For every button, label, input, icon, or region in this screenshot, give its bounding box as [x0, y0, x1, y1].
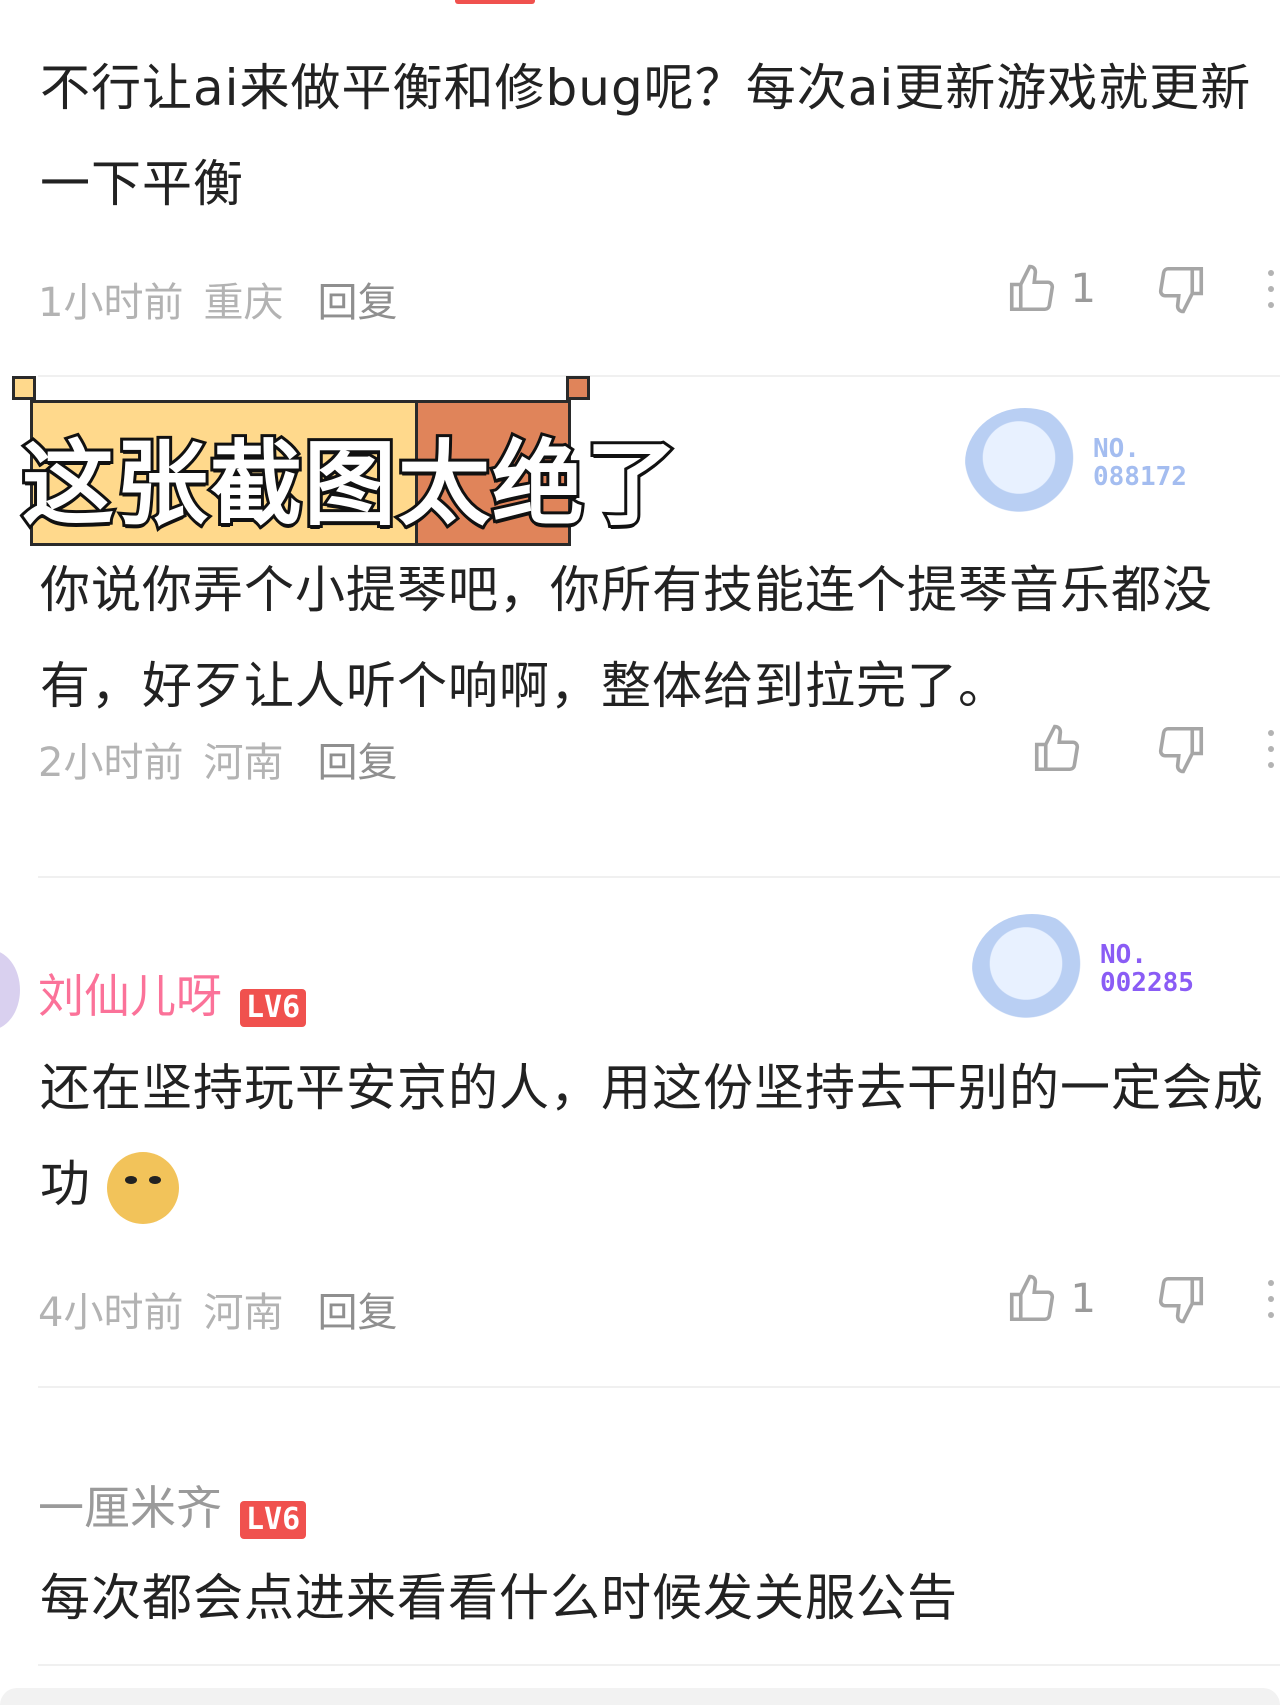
more-options-icon[interactable] [1268, 270, 1280, 308]
badge-no-label: NO. [1100, 940, 1147, 970]
comment-text: 还在坚持玩平安京的人，用这份坚持去干别的一定会成功 [40, 1040, 1270, 1232]
comment-actions [1030, 722, 1280, 776]
time: 4小时前 [38, 1290, 184, 1336]
username-row: 刘仙儿呀 LV6 [38, 960, 307, 1027]
comment-text: 你说你弄个小提琴吧，你所有技能连个提琴音乐都没有，好歹让人听个响啊，整体给到拉完… [40, 561, 1213, 715]
reply-button[interactable]: 回复 [317, 280, 397, 326]
thumbs-up-icon [1034, 724, 1080, 772]
level-badge: LV6 [240, 1500, 307, 1539]
like-count: 1 [1070, 1276, 1096, 1322]
username-row: 一厘米齐 LV6 [38, 1472, 307, 1539]
comment-4: 一厘米齐 LV6 每次都会点进来看看什么时候发关服公告 [0, 1390, 1280, 1690]
comment-meta: 1小时前 重庆 回复 [38, 270, 397, 328]
reply-button[interactable]: 回复 [317, 740, 397, 786]
username[interactable]: 一厘米齐 [38, 1481, 222, 1535]
comment-1: 不行让ai来做平衡和修bug呢？每次ai更新游戏就更新一下平衡 1小时前 重庆 回复… [0, 0, 1280, 370]
comment-actions: 1 [1005, 262, 1280, 316]
comment-meta: 2小时前 河南 回复 [38, 730, 397, 788]
location: 河南 [203, 1290, 284, 1336]
location: 河南 [203, 740, 284, 786]
divider [38, 876, 1280, 878]
comment-3: NO. 002285 刘仙儿呀 LV6 还在坚持玩平安京的人，用这份坚持去干别的一定… [0, 880, 1280, 1380]
resize-handle[interactable] [566, 376, 590, 400]
comment-text-content: 还在坚持玩平安京的人，用这份坚持去干别的一定会成功 [40, 1059, 1264, 1213]
lv-badge-cropped [455, 0, 535, 4]
location: 重庆 [203, 280, 284, 326]
like-button[interactable]: 1 [1005, 1272, 1096, 1326]
more-options-icon[interactable] [1268, 730, 1280, 768]
level-badge: LV6 [240, 988, 307, 1027]
more-options-icon[interactable] [1268, 1280, 1280, 1318]
like-button[interactable] [1030, 722, 1096, 776]
username[interactable]: 刘仙儿呀 [38, 969, 222, 1023]
bottom-input-bar[interactable] [0, 1688, 1280, 1705]
fan-badge: NO. 088172 [965, 408, 1187, 518]
like-count: 1 [1070, 266, 1096, 312]
comment-actions: 1 [1005, 1272, 1280, 1326]
thumbs-up-icon [1009, 1274, 1054, 1322]
fan-badge: NO. 002285 [972, 914, 1194, 1024]
like-button[interactable]: 1 [1005, 262, 1096, 316]
thumbs-up-icon [1009, 264, 1054, 312]
badge-number: 002285 [1100, 968, 1194, 998]
time: 1小时前 [38, 280, 184, 326]
avatar[interactable] [0, 950, 20, 1030]
comment-text: 每次都会点进来看看什么时候发关服公告 [40, 1569, 958, 1627]
resize-handle[interactable] [12, 376, 36, 400]
thumbs-down-icon[interactable] [1154, 722, 1208, 776]
time: 2小时前 [38, 740, 184, 786]
thumbs-down-icon[interactable] [1154, 1272, 1208, 1326]
divider [38, 375, 1280, 377]
badge-character-icon [965, 408, 1085, 518]
divider [38, 1386, 1280, 1388]
reply-button[interactable]: 回复 [317, 1290, 397, 1336]
thumbs-down-icon[interactable] [1154, 262, 1208, 316]
badge-character-icon [972, 914, 1092, 1024]
comment-meta: 4小时前 河南 回复 [38, 1280, 397, 1338]
doge-emoji-icon [107, 1151, 179, 1224]
caption-text: 这张截图太绝了 [19, 428, 681, 541]
badge-number: 088172 [1093, 462, 1187, 492]
badge-no-label: NO. [1093, 434, 1140, 464]
divider [38, 1664, 1280, 1666]
comment-text: 不行让ai来做平衡和修bug呢？每次ai更新游戏就更新一下平衡 [40, 59, 1252, 213]
